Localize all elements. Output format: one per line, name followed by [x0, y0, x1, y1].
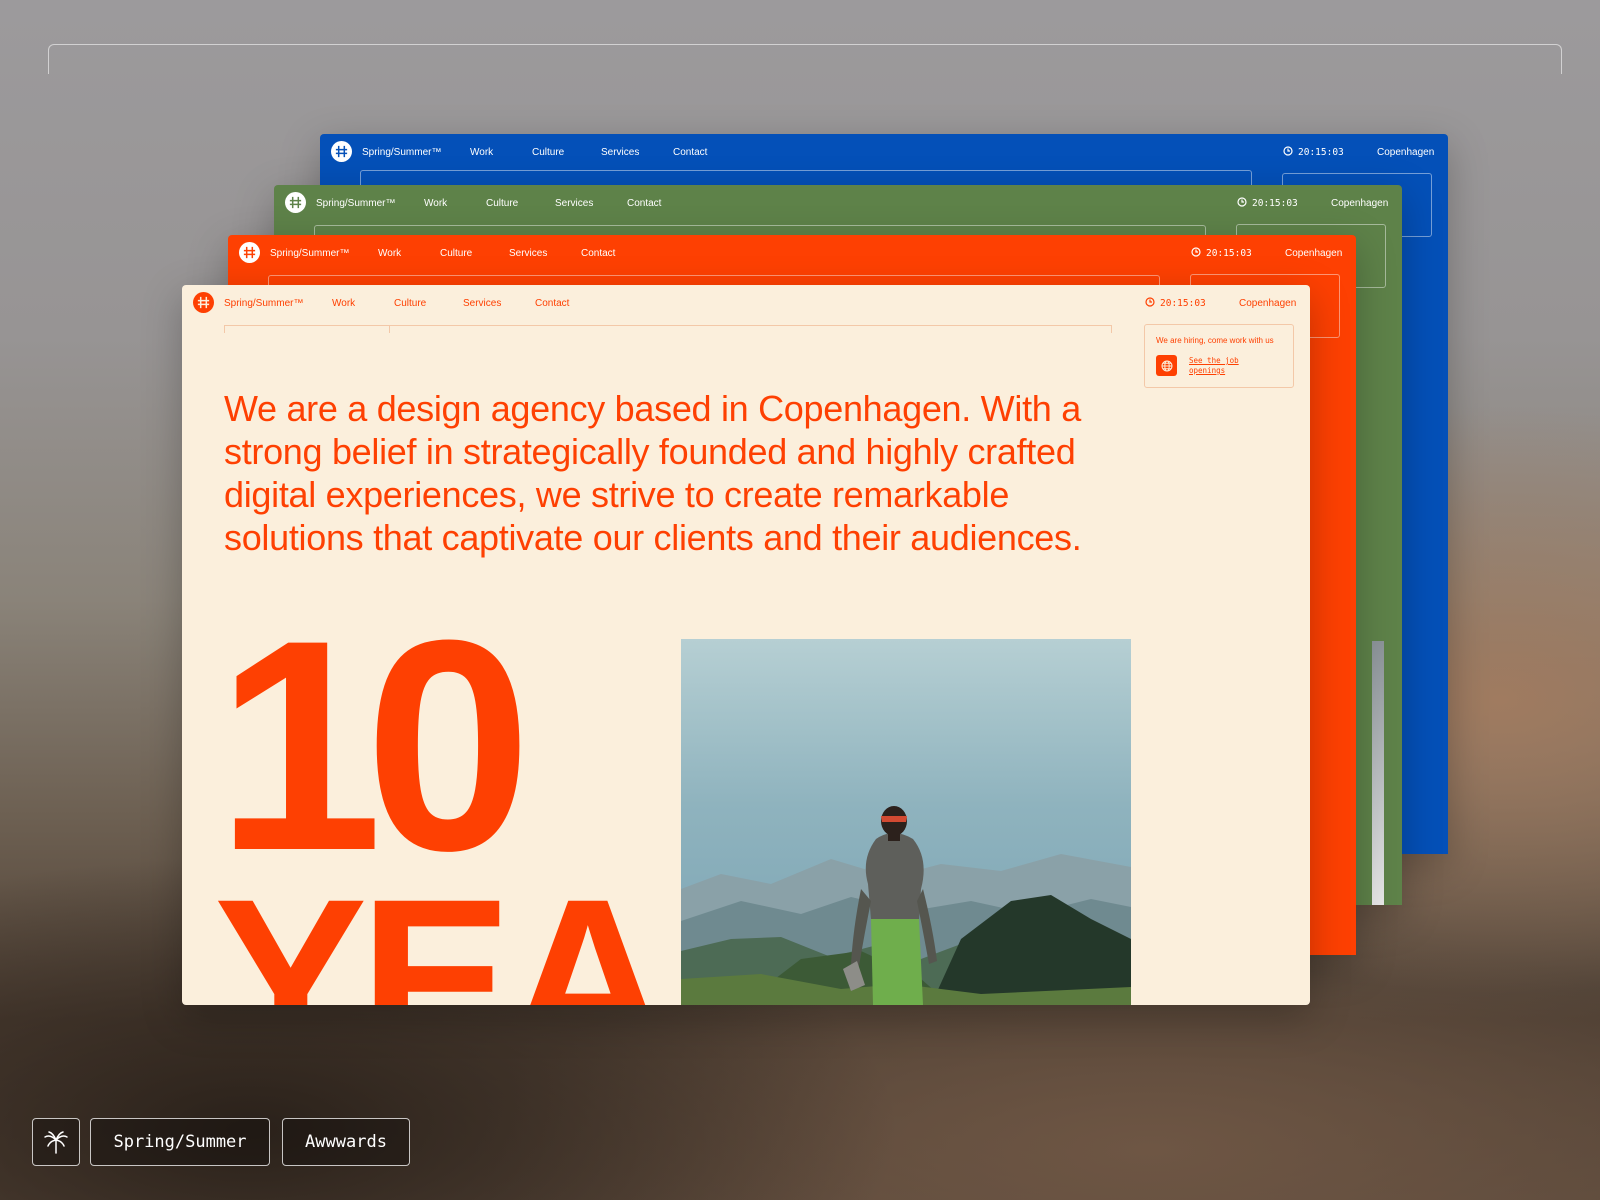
logo-icon[interactable]	[285, 192, 306, 213]
nav-services[interactable]: Services	[509, 248, 547, 259]
nav-culture[interactable]: Culture	[440, 248, 472, 259]
nav-contact[interactable]: Contact	[627, 198, 661, 209]
brand-chip[interactable]: Spring/Summer	[90, 1118, 270, 1166]
logo-icon[interactable]	[331, 141, 352, 162]
nav-work[interactable]: Work	[470, 147, 493, 158]
brand-link[interactable]: Spring/Summer™	[224, 298, 303, 309]
years-number: 10	[216, 577, 532, 913]
divider-tick	[224, 325, 225, 333]
clock-icon	[1283, 146, 1293, 156]
nav-work[interactable]: Work	[378, 248, 401, 259]
nav-work[interactable]: Work	[424, 198, 447, 209]
site-nav: Spring/Summer™ Work Culture Services Con…	[274, 185, 1402, 221]
nav-contact[interactable]: Contact	[581, 248, 615, 259]
nav-services[interactable]: Services	[601, 147, 639, 158]
hero-photo	[681, 639, 1131, 1005]
showcase-frame	[48, 44, 1562, 74]
palm-tree-button[interactable]	[32, 1118, 80, 1166]
clock-time: 20:15:03	[1206, 248, 1252, 259]
nav-work[interactable]: Work	[332, 298, 355, 309]
brand-link[interactable]: Spring/Summer™	[316, 198, 395, 209]
photo-edge	[1372, 641, 1384, 905]
awwwards-chip[interactable]: Awwwards	[282, 1118, 410, 1166]
years-word: YEA	[214, 851, 671, 1006]
nav-culture[interactable]: Culture	[394, 298, 426, 309]
clock-icon	[1191, 247, 1201, 257]
city-label: Copenhagen	[1285, 248, 1343, 259]
logo-icon[interactable]	[239, 242, 260, 263]
nav-culture[interactable]: Culture	[532, 147, 564, 158]
brand-link[interactable]: Spring/Summer™	[362, 147, 441, 158]
hiring-text: We are hiring, come work with us	[1156, 336, 1274, 345]
hiring-card: We are hiring, come work with us See the…	[1144, 324, 1294, 388]
nav-services[interactable]: Services	[463, 298, 501, 309]
city-label: Copenhagen	[1377, 147, 1435, 158]
clock-icon	[1237, 197, 1247, 207]
city-label: Copenhagen	[1239, 298, 1297, 309]
logo-icon[interactable]	[193, 292, 214, 313]
job-openings-link[interactable]: See the job openings	[1189, 356, 1279, 376]
divider-tick	[389, 325, 390, 333]
nav-culture[interactable]: Culture	[486, 198, 518, 209]
nav-contact[interactable]: Contact	[673, 147, 707, 158]
site-nav: Spring/Summer™ Work Culture Services Con…	[320, 134, 1448, 170]
nav-contact[interactable]: Contact	[535, 298, 569, 309]
site-preview-cream: Spring/Summer™ Work Culture Services Con…	[182, 285, 1310, 1005]
hero-divider	[224, 325, 1111, 326]
clock-time: 20:15:03	[1160, 298, 1206, 309]
site-nav: Spring/Summer™ Work Culture Services Con…	[182, 285, 1310, 321]
clock-time: 20:15:03	[1298, 147, 1344, 158]
city-label: Copenhagen	[1331, 198, 1389, 209]
divider-tick	[1111, 325, 1112, 333]
hero-statement: We are a design agency based in Copenhag…	[224, 388, 1082, 558]
site-nav: Spring/Summer™ Work Culture Services Con…	[228, 235, 1356, 271]
clock-icon	[1145, 297, 1155, 307]
globe-icon[interactable]	[1156, 355, 1177, 376]
brand-link[interactable]: Spring/Summer™	[270, 248, 349, 259]
nav-services[interactable]: Services	[555, 198, 593, 209]
clock-time: 20:15:03	[1252, 198, 1298, 209]
palm-tree-icon	[44, 1131, 68, 1154]
